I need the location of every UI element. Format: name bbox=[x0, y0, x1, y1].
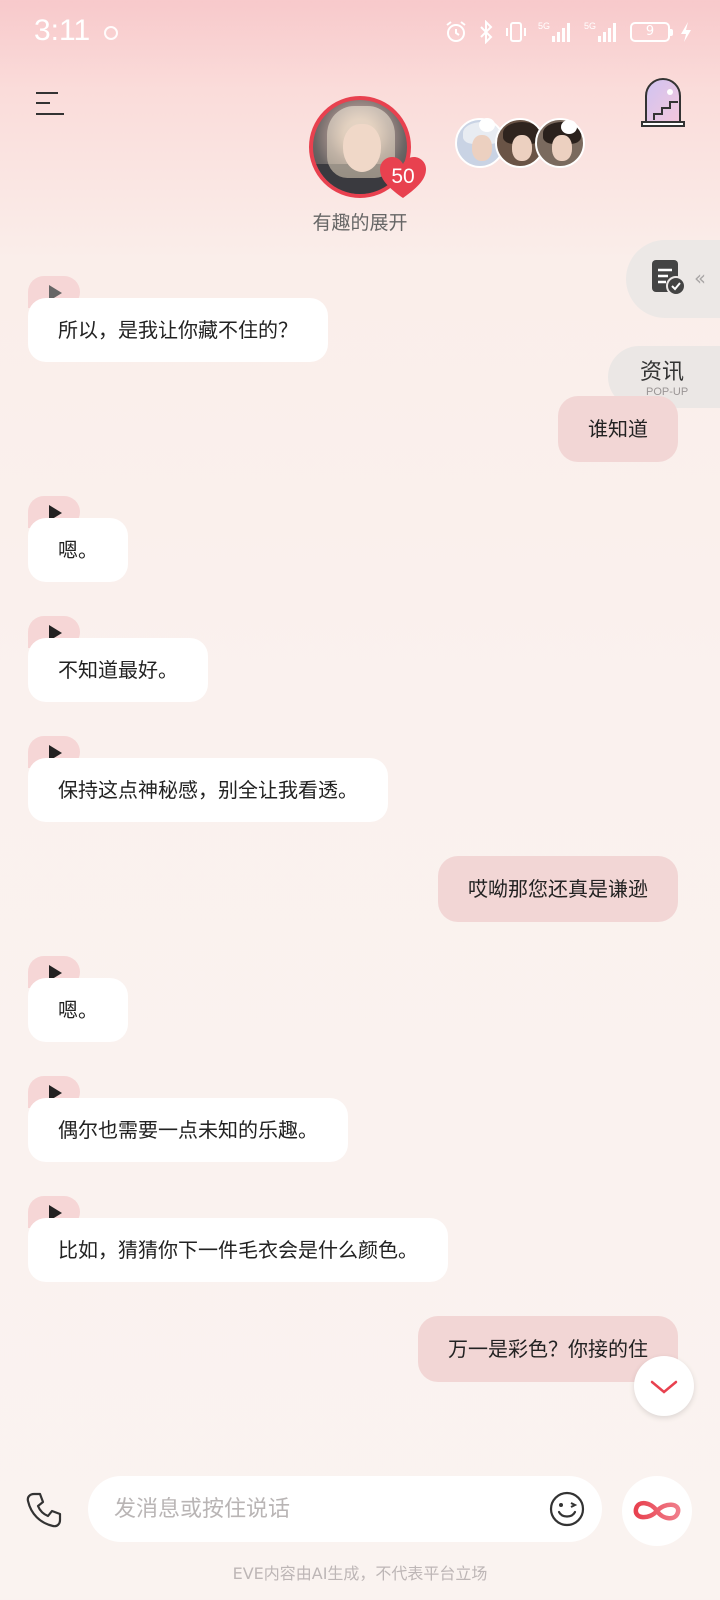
alarm-icon bbox=[446, 21, 466, 42]
infinity-icon bbox=[633, 1501, 681, 1521]
task-icon bbox=[652, 260, 686, 296]
battery-icon: 9 bbox=[630, 22, 673, 42]
task-panel-tab[interactable]: ‹‹ bbox=[626, 240, 720, 318]
chevron-down-icon bbox=[650, 1380, 678, 1394]
window-icon[interactable] bbox=[640, 76, 686, 128]
ai-disclaimer: EVE内容由AI生成，不代表平台立场 bbox=[232, 1564, 488, 1583]
phone-icon[interactable] bbox=[24, 1490, 64, 1530]
bluetooth-icon bbox=[480, 20, 493, 44]
bot-message: 保持这点神秘感，别全让我看透。 bbox=[28, 758, 388, 822]
charging-icon bbox=[681, 22, 691, 42]
message-input[interactable] bbox=[114, 1476, 524, 1542]
bot-message: 嗯。 bbox=[28, 518, 128, 582]
emoji-icon[interactable] bbox=[548, 1490, 586, 1528]
affinity-value: 50 bbox=[391, 165, 415, 188]
bot-message: 偶尔也需要一点未知的乐趣。 bbox=[28, 1098, 348, 1162]
affinity-badge: 50 bbox=[378, 156, 428, 200]
bot-message: 不知道最好。 bbox=[28, 638, 208, 702]
chevron-left-icon: ‹‹ bbox=[694, 266, 706, 290]
menu-icon[interactable] bbox=[36, 90, 68, 118]
vibrate-icon bbox=[506, 22, 526, 42]
status-time: 3:11 bbox=[34, 14, 91, 47]
companion-avatars[interactable] bbox=[455, 118, 595, 170]
news-title: 资讯 bbox=[640, 360, 685, 385]
bot-message: 嗯。 bbox=[28, 978, 128, 1042]
infinity-button[interactable] bbox=[622, 1476, 692, 1546]
signal-5g-icon: 5G bbox=[538, 21, 570, 42]
status-icons: 5G 5G 9 bbox=[444, 20, 692, 44]
svg-text:5G: 5G bbox=[538, 21, 550, 31]
notification-icon bbox=[104, 26, 118, 40]
user-message: 哎呦那您还真是谦逊 bbox=[438, 856, 678, 922]
bot-message: 比如，猜猜你下一件毛衣会是什么颜色。 bbox=[28, 1218, 448, 1282]
message-input-box[interactable] bbox=[88, 1476, 602, 1542]
user-message: 谁知道 bbox=[558, 396, 678, 462]
companion-avatar-3[interactable] bbox=[535, 118, 585, 168]
status-bar: 3:11 5G 5G 9 bbox=[0, 0, 720, 64]
bot-message: 所以，是我让你藏不住的？ bbox=[28, 298, 328, 362]
signal-5g-icon-2: 5G bbox=[584, 21, 616, 42]
svg-text:5G: 5G bbox=[584, 21, 596, 31]
scroll-down-button[interactable] bbox=[634, 1356, 694, 1416]
avatar-caption: 有趣的展开 bbox=[312, 212, 408, 234]
